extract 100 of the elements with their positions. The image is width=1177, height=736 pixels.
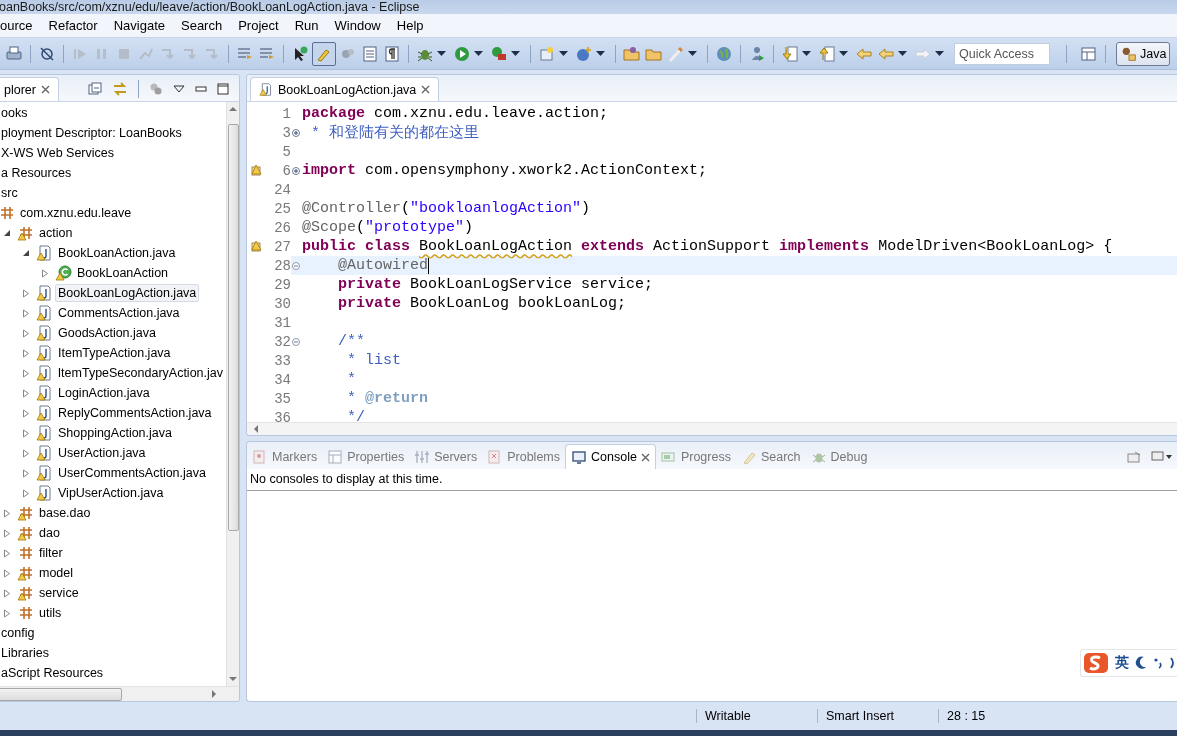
- tree-item[interactable]: X-WS Web Services: [0, 144, 117, 162]
- tree-item[interactable]: ployment Descriptor: LoanBooks: [0, 124, 185, 142]
- tree-item[interactable]: config: [0, 624, 38, 642]
- menu-item[interactable]: Run: [286, 18, 327, 33]
- view-tab[interactable]: Console: [565, 444, 656, 469]
- view-tab[interactable]: Problems: [482, 445, 565, 469]
- collapsed-arrow-icon[interactable]: [22, 408, 30, 418]
- tree-item[interactable]: a Resources: [0, 164, 75, 182]
- pilcrow-icon[interactable]: [382, 43, 402, 64]
- view-menu-icon[interactable]: [173, 85, 185, 93]
- tree-item[interactable]: UserCommentsAction.java: [55, 464, 209, 482]
- view-tab[interactable]: Progress: [655, 445, 736, 469]
- collapsed-arrow-icon[interactable]: [22, 448, 30, 458]
- display-console-icon[interactable]: [1151, 451, 1173, 463]
- tree-item[interactable]: CommentsAction.java: [55, 304, 183, 322]
- collapsed-arrow-icon[interactable]: [3, 548, 11, 558]
- tree-item[interactable]: base.dao: [36, 504, 94, 522]
- collapsed-arrow-icon[interactable]: [22, 288, 30, 298]
- tree-item[interactable]: action: [36, 224, 76, 242]
- tree-item[interactable]: ooks: [0, 104, 31, 122]
- tree-item[interactable]: filter: [36, 544, 66, 562]
- dropdown-caret-icon[interactable]: [688, 50, 697, 57]
- tree-item[interactable]: service: [36, 584, 82, 602]
- dropdown-caret-icon[interactable]: [474, 50, 483, 57]
- expand-fold-icon[interactable]: [292, 166, 300, 175]
- menu-item[interactable]: Help: [388, 18, 432, 33]
- ime-toolbar[interactable]: 英: [1080, 649, 1177, 677]
- view-tab[interactable]: Debug: [805, 445, 873, 469]
- expanded-arrow-icon[interactable]: [22, 249, 30, 257]
- tree-item[interactable]: utils: [36, 604, 65, 622]
- close-icon[interactable]: [40, 85, 50, 94]
- collapsed-arrow-icon[interactable]: [41, 268, 49, 278]
- maximize-icon[interactable]: [217, 83, 229, 95]
- tree-item[interactable]: com.xznu.edu.leave: [17, 204, 135, 222]
- tree-item[interactable]: Libraries: [0, 644, 52, 662]
- scrollbar[interactable]: [226, 102, 239, 686]
- view-tab[interactable]: Search: [735, 445, 806, 469]
- expanded-arrow-icon[interactable]: [3, 229, 11, 237]
- collapsed-arrow-icon[interactable]: [22, 308, 30, 318]
- collapsed-arrow-icon[interactable]: [3, 588, 11, 598]
- explorer-tab[interactable]: plorer: [0, 77, 59, 101]
- pin-icon[interactable]: [1127, 451, 1141, 463]
- view-tab[interactable]: Properties: [322, 445, 410, 469]
- tree-item[interactable]: ItemTypeSecondaryAction.jav: [54, 364, 226, 382]
- collapsed-arrow-icon[interactable]: [22, 368, 30, 378]
- menu-item[interactable]: Search: [173, 18, 231, 33]
- tree-item[interactable]: model: [36, 564, 77, 582]
- tree-item[interactable]: UserAction.java: [55, 444, 149, 462]
- dropdown-caret-icon[interactable]: [935, 50, 944, 57]
- collapsed-arrow-icon[interactable]: [22, 348, 30, 358]
- tree-item[interactable]: aScript Resources: [0, 664, 107, 682]
- close-icon[interactable]: [640, 452, 650, 462]
- dropdown-caret-icon[interactable]: [437, 50, 446, 57]
- dropdown-caret-icon[interactable]: [839, 50, 848, 57]
- expand-fold-icon[interactable]: [292, 128, 300, 137]
- collapsed-arrow-icon[interactable]: [22, 428, 30, 438]
- dropdown-caret-icon[interactable]: [559, 50, 568, 57]
- menu-item[interactable]: ource: [0, 18, 41, 33]
- dropdown-caret-icon[interactable]: [596, 50, 605, 57]
- tree-item[interactable]: LoginAction.java: [55, 384, 153, 402]
- menu-item[interactable]: Refactor: [40, 18, 106, 33]
- dropdown-caret-icon[interactable]: [898, 50, 907, 57]
- tree-item[interactable]: BookLoanLogAction.java: [55, 284, 200, 302]
- tree-item[interactable]: ReplyCommentsAction.java: [55, 404, 215, 422]
- scrollbar[interactable]: [247, 422, 1177, 435]
- tree-item[interactable]: src: [0, 184, 21, 202]
- collapsed-arrow-icon[interactable]: [3, 528, 11, 538]
- close-icon[interactable]: [421, 85, 431, 94]
- java-perspective-button[interactable]: Java: [1116, 41, 1171, 66]
- view-tab[interactable]: Markers: [247, 445, 323, 469]
- dropdown-caret-icon[interactable]: [511, 50, 520, 57]
- collapsed-arrow-icon[interactable]: [22, 328, 30, 338]
- scrollbar[interactable]: [0, 686, 239, 701]
- collapse-all-icon[interactable]: [88, 82, 102, 96]
- minimize-icon[interactable]: [195, 86, 207, 92]
- menu-item[interactable]: Navigate: [105, 18, 173, 33]
- menu-item[interactable]: Project: [230, 18, 287, 33]
- scroll-right-arrow-icon[interactable]: [211, 690, 217, 698]
- menu-item[interactable]: Window: [326, 18, 389, 33]
- collapsed-arrow-icon[interactable]: [3, 608, 11, 618]
- tree-item[interactable]: BookLoanAction.java: [55, 244, 179, 262]
- scroll-left-arrow-icon[interactable]: [253, 425, 259, 433]
- tree-item[interactable]: ShoppingAction.java: [55, 424, 175, 442]
- tree-item[interactable]: VipUserAction.java: [55, 484, 167, 502]
- dropdown-caret-icon[interactable]: [802, 50, 811, 57]
- collapsed-arrow-icon[interactable]: [22, 468, 30, 478]
- tree-item[interactable]: BookLoanAction: [74, 264, 172, 282]
- collapsed-arrow-icon[interactable]: [3, 568, 11, 578]
- collapsed-arrow-icon[interactable]: [22, 388, 30, 398]
- quick-access-field[interactable]: Quick Access: [954, 42, 1050, 65]
- editor-tab[interactable]: BookLoanLogAction.java: [250, 77, 440, 101]
- view-tab[interactable]: Servers: [409, 445, 483, 469]
- tree-item[interactable]: GoodsAction.java: [55, 324, 159, 342]
- collapse-fold-icon[interactable]: [292, 337, 300, 346]
- collapsed-arrow-icon[interactable]: [22, 488, 30, 498]
- scroll-down-arrow-icon[interactable]: [229, 676, 237, 682]
- collapse-fold-icon[interactable]: [292, 261, 300, 270]
- tree-item[interactable]: dao: [36, 524, 63, 542]
- link-icon[interactable]: [112, 82, 128, 96]
- scroll-up-arrow-icon[interactable]: [229, 106, 237, 112]
